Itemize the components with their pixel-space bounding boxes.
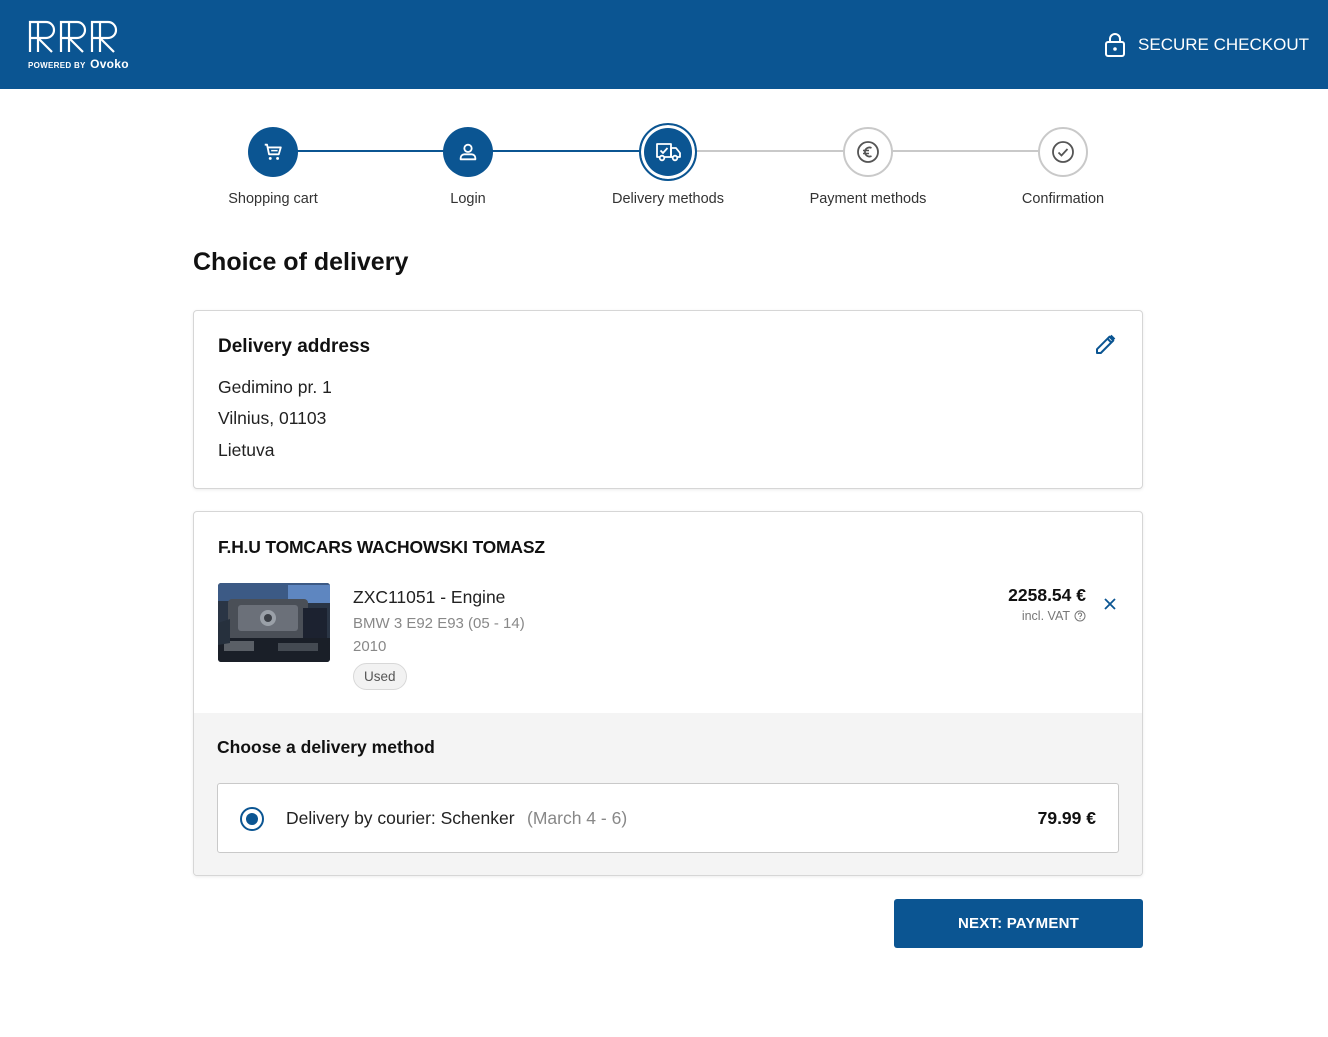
step-delivery-methods[interactable]: Delivery methods: [588, 122, 748, 207]
delivery-option-label: Delivery by courier: Schenker: [286, 808, 515, 828]
product-year: 2010: [353, 638, 387, 655]
step-label: Delivery methods: [611, 191, 724, 207]
engine-photo: [218, 583, 330, 662]
delivery-address-heading: Delivery address: [218, 336, 371, 357]
next-payment-button[interactable]: NEXT: PAYMENT: [894, 899, 1143, 948]
user-icon: [459, 143, 477, 161]
edit-pencil-icon[interactable]: [1094, 332, 1118, 356]
step-label: Payment methods: [809, 191, 927, 207]
step-circle: [843, 127, 893, 177]
remove-item-icon[interactable]: [1102, 596, 1118, 612]
step-circle: [443, 127, 493, 177]
step-label: Login: [450, 191, 486, 207]
cart-icon: [264, 143, 282, 160]
powered-by-text: POWERED BY Ovoko: [28, 57, 129, 71]
step-circle: [1038, 127, 1088, 177]
step-circle: [639, 123, 697, 181]
secure-checkout-label: SECURE CHECKOUT: [1138, 35, 1309, 54]
delivery-method-heading: Choose a delivery method: [217, 737, 435, 757]
delivery-address-card: Delivery address Gedimino pr. 1 Vilnius,…: [193, 310, 1143, 489]
check-icon: [1052, 141, 1074, 163]
step-confirmation[interactable]: Confirmation: [983, 122, 1143, 207]
product-name[interactable]: ZXC11051 - Engine: [353, 587, 505, 608]
step-shopping-cart[interactable]: Shopping cart: [193, 122, 353, 207]
delivery-method-section: Choose a delivery method Delivery by cou…: [194, 713, 1142, 875]
logo-mark: [28, 20, 118, 53]
vat-note: incl. VAT: [1022, 609, 1086, 623]
step-label: Shopping cart: [228, 191, 318, 207]
step-label: Confirmation: [1021, 191, 1105, 207]
euro-icon: [857, 141, 879, 163]
secure-checkout: SECURE CHECKOUT: [1104, 30, 1309, 60]
seller-order-card: F.H.U TOMCARS WACHOWSKI TOMASZ ZXC11051 …: [193, 511, 1143, 876]
step-payment-methods[interactable]: Payment methods: [788, 122, 948, 207]
truck-icon: [656, 143, 681, 162]
help-circle-icon[interactable]: [1074, 610, 1086, 622]
condition-badge: Used: [353, 663, 407, 690]
product-price: 2258.54 €: [1008, 585, 1086, 605]
product-car-model: BMW 3 E92 E93 (05 - 14): [353, 615, 525, 632]
delivery-option-price: 79.99 €: [1037, 808, 1096, 828]
delivery-option-radio[interactable]: [240, 807, 264, 831]
delivery-option-schenker[interactable]: Delivery by courier: Schenker (March 4 -…: [217, 783, 1119, 853]
checkout-stepper: Shopping cart Login Delivery methods Pay…: [193, 122, 1143, 222]
top-bar: POWERED BY Ovoko SECURE CHECKOUT: [0, 0, 1328, 89]
address-line: Gedimino pr. 1: [218, 377, 332, 397]
step-circle: [248, 127, 298, 177]
lock-icon: [1105, 33, 1126, 57]
address-line: Vilnius, 01103: [218, 408, 327, 428]
delivery-option-date: (March 4 - 6): [527, 808, 628, 828]
address-line: Lietuva: [218, 440, 275, 460]
page-title: Choice of delivery: [193, 248, 409, 276]
product-image[interactable]: [218, 583, 330, 662]
rrr-logo[interactable]: POWERED BY Ovoko: [28, 20, 129, 71]
seller-name: F.H.U TOMCARS WACHOWSKI TOMASZ: [218, 537, 545, 557]
step-login[interactable]: Login: [388, 122, 548, 207]
vat-label: incl. VAT: [1021, 609, 1070, 623]
